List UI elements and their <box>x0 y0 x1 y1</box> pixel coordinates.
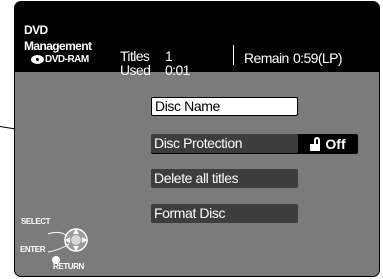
header-title-line1: DVD <box>24 23 48 37</box>
protection-state-label: Off <box>325 136 346 152</box>
menu-item-disc-name[interactable]: Disc Name <box>151 97 298 116</box>
menu-item-delete-all-titles[interactable]: Delete all titles <box>151 169 298 188</box>
used-value: 0:01 <box>165 62 190 78</box>
media-label: DVD-RAM <box>45 54 89 65</box>
menu-item-disc-protection[interactable]: Disc Protection <box>151 134 298 153</box>
disc-stats: Titles 1 Used 0:01 Remain 0:59(LP) <box>111 34 361 78</box>
menu-item-format-disc[interactable]: Format Disc <box>151 204 298 223</box>
remain-label: Remain <box>244 50 289 66</box>
unlock-icon <box>310 137 321 151</box>
remain-value: 0:59(LP) <box>293 50 343 66</box>
osd-screen: DVD Management DVD-RAM Titles 1 Used 0:0… <box>14 1 380 277</box>
pointer-line <box>0 126 15 130</box>
used-label: Used <box>120 62 151 78</box>
disc-icon <box>31 55 44 64</box>
header-bar: DVD Management DVD-RAM Titles 1 Used 0:0… <box>15 2 379 78</box>
remote-guide: SELECT ENTER RETURN <box>15 212 125 272</box>
stats-divider <box>233 45 234 65</box>
media-type: DVD-RAM <box>31 54 89 65</box>
enter-label: ENTER <box>20 245 46 254</box>
protection-status: Off <box>297 134 359 154</box>
return-label: RETURN <box>53 262 84 271</box>
header-title-line2: Management <box>24 39 92 53</box>
